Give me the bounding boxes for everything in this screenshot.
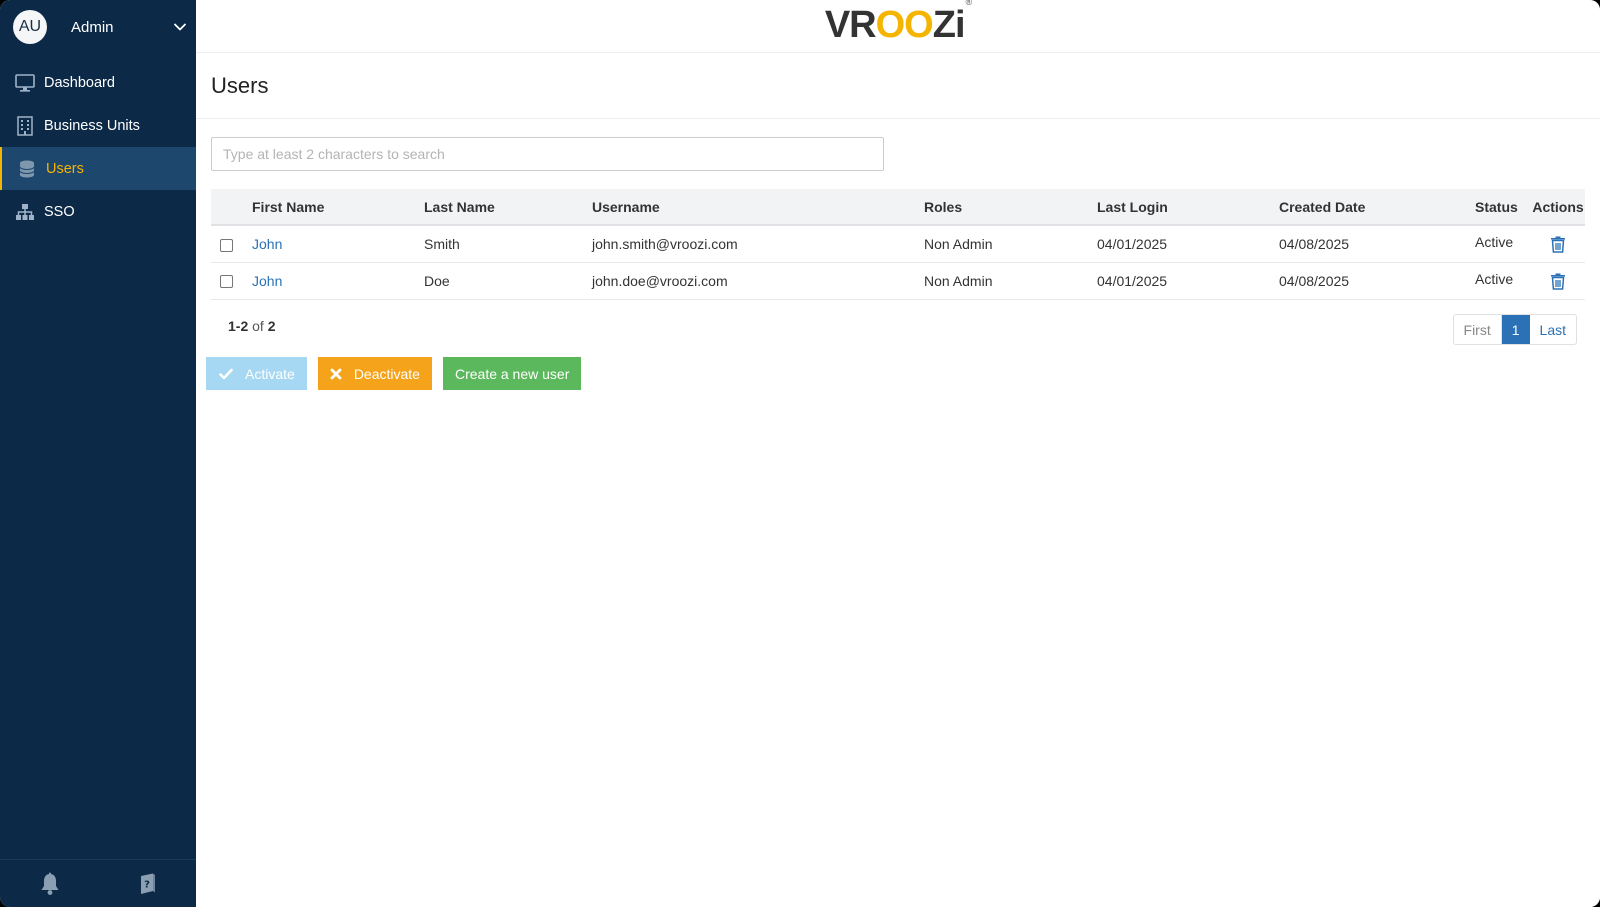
deactivate-label: Deactivate bbox=[353, 365, 420, 382]
sidebar-item-dashboard[interactable]: Dashboard bbox=[0, 61, 196, 104]
last-login-cell: 04/01/2025 bbox=[1097, 225, 1279, 263]
pagination-first[interactable]: First bbox=[1454, 315, 1502, 344]
created-date-cell: 04/08/2025 bbox=[1279, 262, 1475, 300]
table-row: John Smith john.smith@vroozi.com Non Adm… bbox=[211, 223, 1585, 263]
trash-icon[interactable] bbox=[1550, 272, 1566, 290]
pagination-last[interactable]: Last bbox=[1530, 315, 1576, 344]
created-date-cell: 04/08/2025 bbox=[1279, 225, 1475, 263]
sidebar-item-label: Dashboard bbox=[44, 74, 115, 91]
header-last-name[interactable]: Last Name bbox=[424, 189, 592, 226]
user-link[interactable]: John bbox=[252, 236, 282, 252]
header-select bbox=[211, 189, 252, 226]
vroozi-logo[interactable]: VROOZi® bbox=[825, 0, 972, 47]
last-login-cell: 04/01/2025 bbox=[1097, 262, 1279, 300]
username-cell: john.doe@vroozi.com bbox=[592, 262, 924, 300]
bulk-actions: Activate Deactivate Create a new user bbox=[206, 357, 582, 390]
create-user-button[interactable]: Create a new user bbox=[442, 357, 582, 390]
status-cell: Active bbox=[1475, 260, 1531, 298]
sidebar-item-label: SSO bbox=[44, 203, 75, 220]
result-count: 1-2 of 2 bbox=[228, 318, 276, 334]
row-select-cell bbox=[211, 262, 252, 300]
user-menu[interactable]: AU Admin bbox=[0, 0, 196, 54]
page-header: Users bbox=[196, 53, 1600, 119]
sidebar: AU Admin Dashboard Business Units Users … bbox=[0, 0, 196, 907]
row-select-cell bbox=[211, 225, 252, 263]
last-name-cell: Doe bbox=[424, 262, 592, 300]
pagination: First 1 Last bbox=[1452, 314, 1577, 345]
user-link[interactable]: John bbox=[252, 273, 282, 289]
sidebar-item-users[interactable]: Users bbox=[0, 147, 196, 190]
activate-label: Activate bbox=[245, 365, 295, 382]
page-title: Users bbox=[211, 72, 269, 98]
roles-cell: Non Admin bbox=[924, 225, 1097, 263]
svg-text:?: ? bbox=[144, 879, 150, 890]
sidebar-item-label: Business Units bbox=[44, 117, 140, 134]
first-name-cell: John bbox=[252, 262, 424, 300]
last-name-cell: Smith bbox=[424, 225, 592, 263]
sidebar-item-sso[interactable]: SSO bbox=[0, 190, 196, 233]
chevron-down-icon[interactable] bbox=[172, 19, 188, 35]
table-header-row: First Name Last Name Username Roles Last… bbox=[211, 189, 1585, 226]
table-row: John Doe john.doe@vroozi.com Non Admin 0… bbox=[211, 260, 1585, 300]
help-book-icon[interactable]: ? bbox=[138, 872, 158, 896]
first-name-cell: John bbox=[252, 225, 424, 263]
header-created-date[interactable]: Created Date bbox=[1279, 189, 1475, 226]
row-checkbox[interactable] bbox=[220, 275, 233, 289]
check-icon bbox=[219, 368, 233, 380]
header-actions: Actions bbox=[1531, 189, 1585, 226]
row-checkbox[interactable] bbox=[220, 238, 233, 252]
search-input[interactable] bbox=[211, 137, 884, 171]
sidebar-item-label: Users bbox=[46, 160, 84, 177]
top-bar: VROOZi® bbox=[196, 0, 1600, 53]
sidebar-footer: ? bbox=[0, 859, 196, 907]
users-table: First Name Last Name Username Roles Last… bbox=[211, 189, 1585, 300]
username-cell: john.smith@vroozi.com bbox=[592, 225, 924, 263]
actions-cell bbox=[1531, 225, 1585, 263]
app-window: AU Admin Dashboard Business Units Users … bbox=[0, 0, 1600, 907]
bell-icon[interactable] bbox=[39, 872, 61, 896]
database-icon bbox=[17, 159, 37, 179]
header-roles[interactable]: Roles bbox=[924, 189, 1097, 226]
user-name: Admin bbox=[71, 18, 114, 36]
header-status[interactable]: Status bbox=[1475, 189, 1531, 226]
pagination-page-current[interactable]: 1 bbox=[1501, 315, 1530, 344]
header-first-name[interactable]: First Name bbox=[252, 189, 424, 226]
roles-cell: Non Admin bbox=[924, 262, 1097, 300]
actions-cell bbox=[1531, 262, 1585, 300]
trash-icon[interactable] bbox=[1550, 235, 1566, 253]
x-icon bbox=[330, 368, 342, 380]
search-container bbox=[211, 137, 884, 171]
header-username[interactable]: Username bbox=[592, 189, 924, 226]
monitor-icon bbox=[15, 73, 35, 93]
sitemap-icon bbox=[15, 202, 35, 222]
sidebar-nav: Dashboard Business Units Users SSO bbox=[0, 61, 196, 233]
header-last-login[interactable]: Last Login bbox=[1097, 189, 1279, 226]
main-content: VROOZi® Users First Name Last Name Usern… bbox=[196, 0, 1600, 907]
deactivate-button[interactable]: Deactivate bbox=[317, 357, 432, 390]
avatar: AU bbox=[13, 10, 47, 44]
status-cell: Active bbox=[1475, 223, 1531, 261]
building-icon bbox=[15, 115, 35, 136]
activate-button[interactable]: Activate bbox=[206, 357, 307, 390]
sidebar-item-business-units[interactable]: Business Units bbox=[0, 104, 196, 147]
